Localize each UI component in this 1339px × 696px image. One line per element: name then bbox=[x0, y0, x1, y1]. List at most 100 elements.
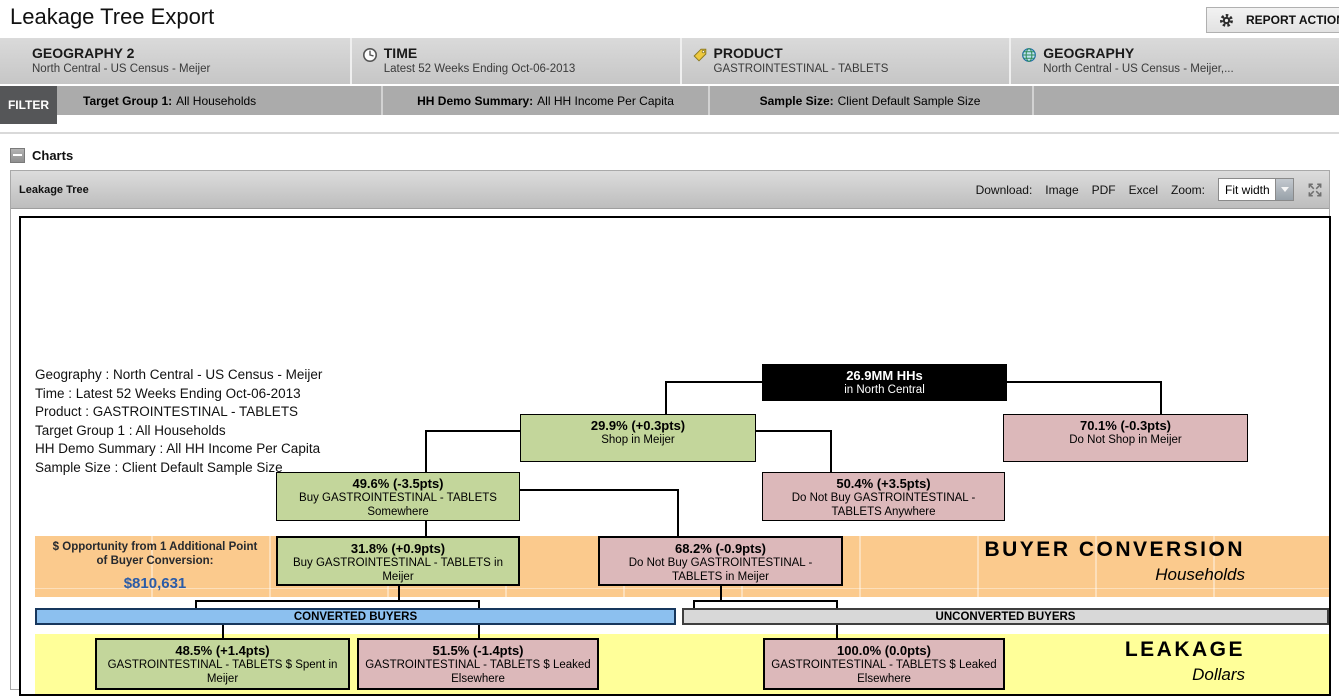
tree-node-no-buy-anywhere: 50.4% (+3.5pts) Do Not Buy GASTROINTESTI… bbox=[762, 472, 1005, 521]
tree-connector bbox=[425, 521, 427, 536]
app-root: Leakage Tree Export REPORT ACTION GEOGRA… bbox=[0, 0, 1339, 681]
section-title: GEOGRAPHY 2 bbox=[32, 45, 210, 62]
section-value: Latest 52 Weeks Ending Oct-06-2013 bbox=[384, 62, 576, 77]
charts-section-title: Charts bbox=[32, 148, 73, 163]
filter-item-label: Target Group 1: bbox=[83, 94, 172, 108]
filter-item-sample-size[interactable]: Sample Size: Client Default Sample Size bbox=[708, 86, 1034, 115]
node-value: 26.9MM HHs bbox=[763, 365, 1006, 384]
header-section-geography2[interactable]: GEOGRAPHY 2 North Central - US Census - … bbox=[0, 38, 350, 84]
download-label: Download: bbox=[976, 183, 1033, 197]
node-label: Buy GASTROINTESTINAL - TABLETS in Meijer bbox=[278, 557, 518, 584]
info-line-hh-demo: HH Demo Summary : All HH Income Per Capi… bbox=[35, 440, 322, 459]
chart-title: Leakage Tree bbox=[19, 184, 89, 196]
node-value: 48.5% (+1.4pts) bbox=[97, 640, 348, 659]
report-header-bar: GEOGRAPHY 2 North Central - US Census - … bbox=[0, 38, 1339, 84]
section-value: North Central - US Census - Meijer bbox=[32, 62, 210, 77]
toolbar-controls: Download: Image PDF Excel Zoom: Fit widt… bbox=[976, 178, 1329, 201]
tree-connector bbox=[665, 381, 667, 414]
node-label: GASTROINTESTINAL - TABLETS $ Spent in Me… bbox=[97, 659, 348, 686]
expand-fullscreen-icon[interactable] bbox=[1307, 182, 1323, 198]
gear-icon bbox=[1219, 13, 1234, 28]
section-value: GASTROINTESTINAL - TABLETS bbox=[714, 62, 889, 77]
node-label: Do Not Shop in Meijer bbox=[1004, 434, 1247, 448]
header-section-time[interactable]: TIME Latest 52 Weeks Ending Oct-06-2013 bbox=[350, 38, 680, 84]
tree-connector bbox=[398, 586, 400, 600]
tree-connector bbox=[425, 430, 427, 472]
tree-connector bbox=[756, 430, 830, 432]
filter-bar: FILTER Target Group 1: All Households HH… bbox=[0, 86, 1339, 115]
chart-toolbar: Leakage Tree Download: Image PDF Excel Z… bbox=[11, 171, 1329, 209]
filter-item-value: All Households bbox=[176, 94, 256, 108]
download-image-link[interactable]: Image bbox=[1045, 183, 1078, 197]
filter-item-value: All HH Income Per Capita bbox=[537, 94, 674, 108]
tree-connector bbox=[222, 625, 224, 638]
section-title: GEOGRAPHY bbox=[1043, 45, 1233, 62]
node-label: GASTROINTESTINAL - TABLETS $ Leaked Else… bbox=[765, 659, 1003, 686]
tree-connector bbox=[677, 489, 679, 536]
node-value: 68.2% (-0.9pts) bbox=[600, 538, 841, 557]
zoom-select[interactable]: Fit width bbox=[1218, 178, 1294, 201]
tree-node-shop-in-meijer: 29.9% (+0.3pts) Shop in Meijer bbox=[520, 414, 756, 462]
tree-connector bbox=[836, 625, 838, 638]
page-title: Leakage Tree Export bbox=[10, 4, 214, 30]
globe-icon bbox=[1021, 47, 1037, 63]
node-label: Do Not Buy GASTROINTESTINAL - TABLETS An… bbox=[763, 492, 1004, 519]
buyer-conversion-subtitle: Households bbox=[1155, 565, 1245, 585]
unconverted-buyers-bar: UNCONVERTED BUYERS bbox=[682, 608, 1329, 625]
opportunity-text-line1: $ Opportunity from 1 Additional Point bbox=[40, 540, 270, 554]
download-pdf-link[interactable]: PDF bbox=[1092, 183, 1116, 197]
tree-node-no-buy-in-meijer: 68.2% (-0.9pts) Do Not Buy GASTROINTESTI… bbox=[598, 536, 843, 586]
tree-node-buy-in-meijer: 31.8% (+0.9pts) Buy GASTROINTESTINAL - T… bbox=[276, 536, 520, 586]
header-section-geography[interactable]: GEOGRAPHY North Central - US Census - Me… bbox=[1009, 38, 1339, 84]
leakage-subtitle: Dollars bbox=[1192, 665, 1245, 685]
section-divider bbox=[0, 132, 1339, 134]
report-action-label: REPORT ACTION bbox=[1246, 13, 1339, 27]
node-label: Shop in Meijer bbox=[521, 434, 755, 448]
buyer-conversion-title: BUYER CONVERSION bbox=[984, 538, 1245, 562]
converted-buyers-bar: CONVERTED BUYERS bbox=[35, 608, 676, 625]
zoom-select-value: Fit width bbox=[1219, 183, 1270, 197]
tree-connector bbox=[665, 381, 762, 383]
charts-section-header: Charts bbox=[0, 143, 1339, 167]
tree-node-do-not-shop: 70.1% (-0.3pts) Do Not Shop in Meijer bbox=[1003, 414, 1248, 462]
collapse-minus-icon[interactable] bbox=[10, 148, 25, 163]
filter-item-hh-demo-summary[interactable]: HH Demo Summary: All HH Income Per Capit… bbox=[383, 86, 710, 115]
download-excel-link[interactable]: Excel bbox=[1129, 183, 1158, 197]
section-value: North Central - US Census - Meijer,... bbox=[1043, 62, 1233, 77]
leakage-tree-canvas: Geography : North Central - US Census - … bbox=[19, 216, 1331, 696]
leakage-title: LEAKAGE bbox=[1125, 638, 1245, 662]
tree-node-leaked-total: 100.0% (0.0pts) GASTROINTESTINAL - TABLE… bbox=[763, 638, 1005, 690]
tree-connector bbox=[520, 489, 677, 491]
opportunity-callout: $ Opportunity from 1 Additional Point of… bbox=[40, 540, 270, 592]
header-section-product[interactable]: PRODUCT GASTROINTESTINAL - TABLETS bbox=[680, 38, 1010, 84]
node-value: 29.9% (+0.3pts) bbox=[521, 415, 755, 434]
title-bar: Leakage Tree Export REPORT ACTION bbox=[0, 0, 1339, 38]
info-line-product: Product : GASTROINTESTINAL - TABLETS bbox=[35, 403, 322, 422]
section-title: TIME bbox=[384, 45, 576, 62]
tree-node-buy-somewhere: 49.6% (-3.5pts) Buy GASTROINTESTINAL - T… bbox=[276, 472, 520, 521]
filter-item-label: Sample Size: bbox=[760, 94, 834, 108]
clock-icon bbox=[362, 47, 378, 63]
filter-item-label: HH Demo Summary: bbox=[417, 94, 533, 108]
tree-connector bbox=[1007, 381, 1160, 383]
filter-item-value: Client Default Sample Size bbox=[838, 94, 981, 108]
tree-connector bbox=[425, 430, 520, 432]
tree-node-leaked-elsewhere: 51.5% (-1.4pts) GASTROINTESTINAL - TABLE… bbox=[357, 638, 599, 690]
tree-connector bbox=[693, 600, 838, 602]
tree-node-spent-in-meijer: 48.5% (+1.4pts) GASTROINTESTINAL - TABLE… bbox=[95, 638, 350, 690]
info-line-geography: Geography : North Central - US Census - … bbox=[35, 366, 322, 385]
tree-connector bbox=[830, 430, 832, 472]
filter-item-target-group[interactable]: Target Group 1: All Households bbox=[57, 86, 383, 115]
node-label: GASTROINTESTINAL - TABLETS $ Leaked Else… bbox=[359, 659, 597, 686]
tag-icon bbox=[692, 47, 708, 63]
chevron-down-icon[interactable] bbox=[1275, 179, 1293, 200]
section-title: PRODUCT bbox=[714, 45, 889, 62]
tree-connector bbox=[195, 600, 480, 602]
tree-connector bbox=[1160, 381, 1162, 414]
tree-connector bbox=[478, 625, 480, 638]
node-value: 70.1% (-0.3pts) bbox=[1004, 415, 1247, 434]
node-value: 49.6% (-3.5pts) bbox=[277, 473, 519, 492]
node-value: 51.5% (-1.4pts) bbox=[359, 640, 597, 659]
report-action-button[interactable]: REPORT ACTION bbox=[1206, 7, 1339, 33]
filter-tab[interactable]: FILTER bbox=[0, 86, 57, 124]
